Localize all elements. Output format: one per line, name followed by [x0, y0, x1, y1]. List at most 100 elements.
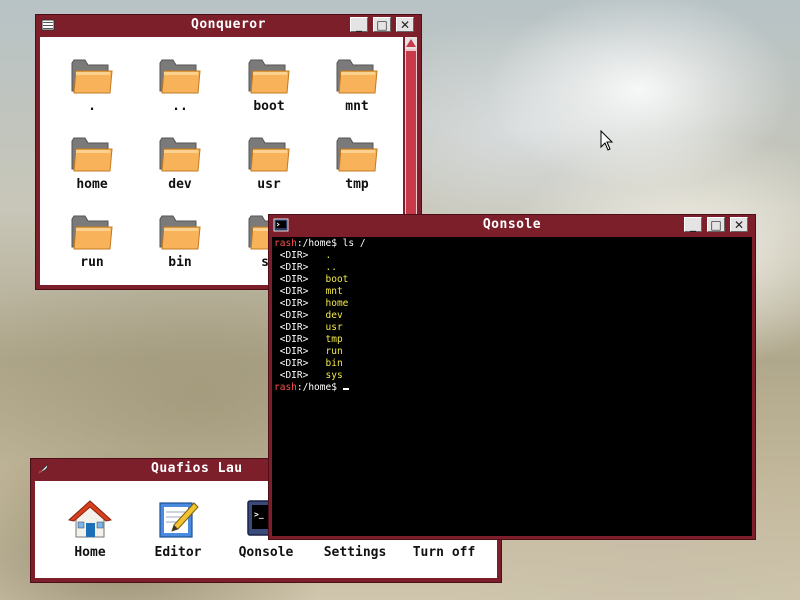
- dir-tag: <DIR>: [279, 334, 309, 345]
- dir-tag: <DIR>: [279, 322, 309, 333]
- close-button[interactable]: ✕: [730, 217, 748, 232]
- minimize-button[interactable]: _: [350, 17, 368, 32]
- dir-tag: <DIR>: [279, 358, 309, 369]
- console-input-line[interactable]: rash:/home$: [274, 382, 750, 394]
- folder-item[interactable]: home: [52, 135, 132, 192]
- launcher-label-home: Home: [74, 545, 106, 560]
- folder-label: home: [76, 177, 108, 192]
- close-button[interactable]: ✕: [396, 17, 414, 32]
- folder-item[interactable]: mnt: [317, 57, 397, 114]
- text-cursor: [342, 388, 349, 390]
- launcher-label-editor: Editor: [154, 545, 202, 560]
- folder-icon: [248, 59, 290, 94]
- folder-icon: [336, 59, 378, 94]
- minimize-icon: _: [356, 17, 362, 32]
- console-listing-line: <DIR> home: [274, 298, 750, 310]
- launcher-item-editor[interactable]: Editor: [133, 497, 223, 560]
- folder-item[interactable]: boot: [229, 57, 309, 114]
- rocket-icon: [37, 462, 49, 475]
- console-listing-line: <DIR> run: [274, 346, 750, 358]
- console-listing-line: <DIR> usr: [274, 322, 750, 334]
- folder-item[interactable]: tmp: [317, 135, 397, 192]
- dir-entry: run: [325, 346, 343, 357]
- prompt-path: :/home$: [296, 238, 337, 249]
- prompt-user: rash: [274, 238, 297, 249]
- dir-entry: boot: [325, 274, 349, 285]
- folder-icon: [71, 137, 113, 172]
- file-manager-titlebar[interactable]: Qonqueror _ □ ✕: [36, 15, 421, 35]
- maximize-button[interactable]: □: [373, 17, 391, 32]
- dir-entry: bin: [325, 358, 343, 369]
- dir-entry: home: [325, 298, 349, 309]
- launcher-label-settings: Settings: [323, 545, 387, 560]
- launcher-label-turn-off: Turn off: [412, 545, 476, 560]
- prompt-path: :/home$: [296, 382, 337, 393]
- folder-icon: [248, 137, 290, 172]
- folder-item[interactable]: usr: [229, 135, 309, 192]
- scrollbar-thumb[interactable]: [406, 51, 416, 231]
- console-listing-line: <DIR> boot: [274, 274, 750, 286]
- dir-entry: .: [325, 250, 332, 261]
- folder-label: mnt: [345, 99, 369, 114]
- folder-icon: [159, 137, 201, 172]
- dir-tag: <DIR>: [279, 310, 309, 321]
- console-listing-line: <DIR> dev: [274, 310, 750, 322]
- dir-entry: tmp: [325, 334, 343, 345]
- launcher-item-home[interactable]: Home: [45, 497, 135, 560]
- folder-item[interactable]: .: [52, 57, 132, 114]
- console-listing-line: <DIR> ..: [274, 262, 750, 274]
- folder-label: .: [88, 99, 96, 114]
- mouse-pointer-icon: [600, 130, 614, 151]
- folder-item[interactable]: bin: [140, 213, 220, 270]
- folder-item[interactable]: ..: [140, 57, 220, 114]
- minimize-button[interactable]: _: [684, 217, 702, 232]
- console-listing-line: <DIR> .: [274, 250, 750, 262]
- folder-icon: [159, 215, 201, 250]
- svg-text:>_: >_: [254, 510, 264, 519]
- maximize-icon: □: [376, 17, 388, 32]
- folder-label: bin: [168, 255, 192, 270]
- console-titlebar[interactable]: Qonsole _ □ ✕: [269, 215, 755, 235]
- console-listing-line: <DIR> bin: [274, 358, 750, 370]
- folder-icon: [336, 137, 378, 172]
- dir-entry: sys: [325, 370, 343, 381]
- folder-icon: [71, 215, 113, 250]
- dir-entry: mnt: [325, 286, 343, 297]
- dir-tag: <DIR>: [279, 274, 309, 285]
- console-command-line: rash:/home$ ls /: [274, 238, 750, 250]
- dir-tag: <DIR>: [279, 298, 309, 309]
- home-icon: [68, 500, 112, 538]
- close-icon: ✕: [399, 17, 411, 32]
- console-title: Qonsole: [482, 217, 542, 232]
- minimize-icon: _: [690, 217, 696, 232]
- folder-item[interactable]: dev: [140, 135, 220, 192]
- editor-icon: [159, 502, 199, 538]
- folder-label: dev: [168, 177, 192, 192]
- launcher-title: Quafios Lau: [151, 461, 243, 476]
- dir-entry: usr: [325, 322, 343, 333]
- dir-tag: <DIR>: [279, 262, 309, 273]
- folder-label: usr: [257, 177, 281, 192]
- folder-icon: [159, 59, 201, 94]
- launcher-label-qonsole: Qonsole: [238, 545, 294, 560]
- console-listing-line: <DIR> sys: [274, 370, 750, 382]
- dir-tag: <DIR>: [279, 286, 309, 297]
- folder-label: tmp: [345, 177, 369, 192]
- console-output[interactable]: rash:/home$ ls / <DIR> . <DIR> .. <DIR> …: [272, 237, 752, 536]
- folder-label: boot: [253, 99, 285, 114]
- scroll-up-arrow-icon: [406, 39, 416, 47]
- scroll-up-button[interactable]: [405, 37, 417, 49]
- close-icon: ✕: [733, 217, 745, 232]
- prompt-user: rash: [274, 382, 297, 393]
- maximize-button[interactable]: □: [707, 217, 725, 232]
- console-listing-line: <DIR> tmp: [274, 334, 750, 346]
- dir-tag: <DIR>: [279, 250, 309, 261]
- folder-label: run: [80, 255, 104, 270]
- console-listing-line: <DIR> mnt: [274, 286, 750, 298]
- dir-entry: ..: [325, 262, 337, 273]
- dir-entry: dev: [325, 310, 343, 321]
- maximize-icon: □: [710, 217, 722, 232]
- folder-label: ..: [172, 99, 188, 114]
- folder-item[interactable]: run: [52, 213, 132, 270]
- folder-icon: [71, 59, 113, 94]
